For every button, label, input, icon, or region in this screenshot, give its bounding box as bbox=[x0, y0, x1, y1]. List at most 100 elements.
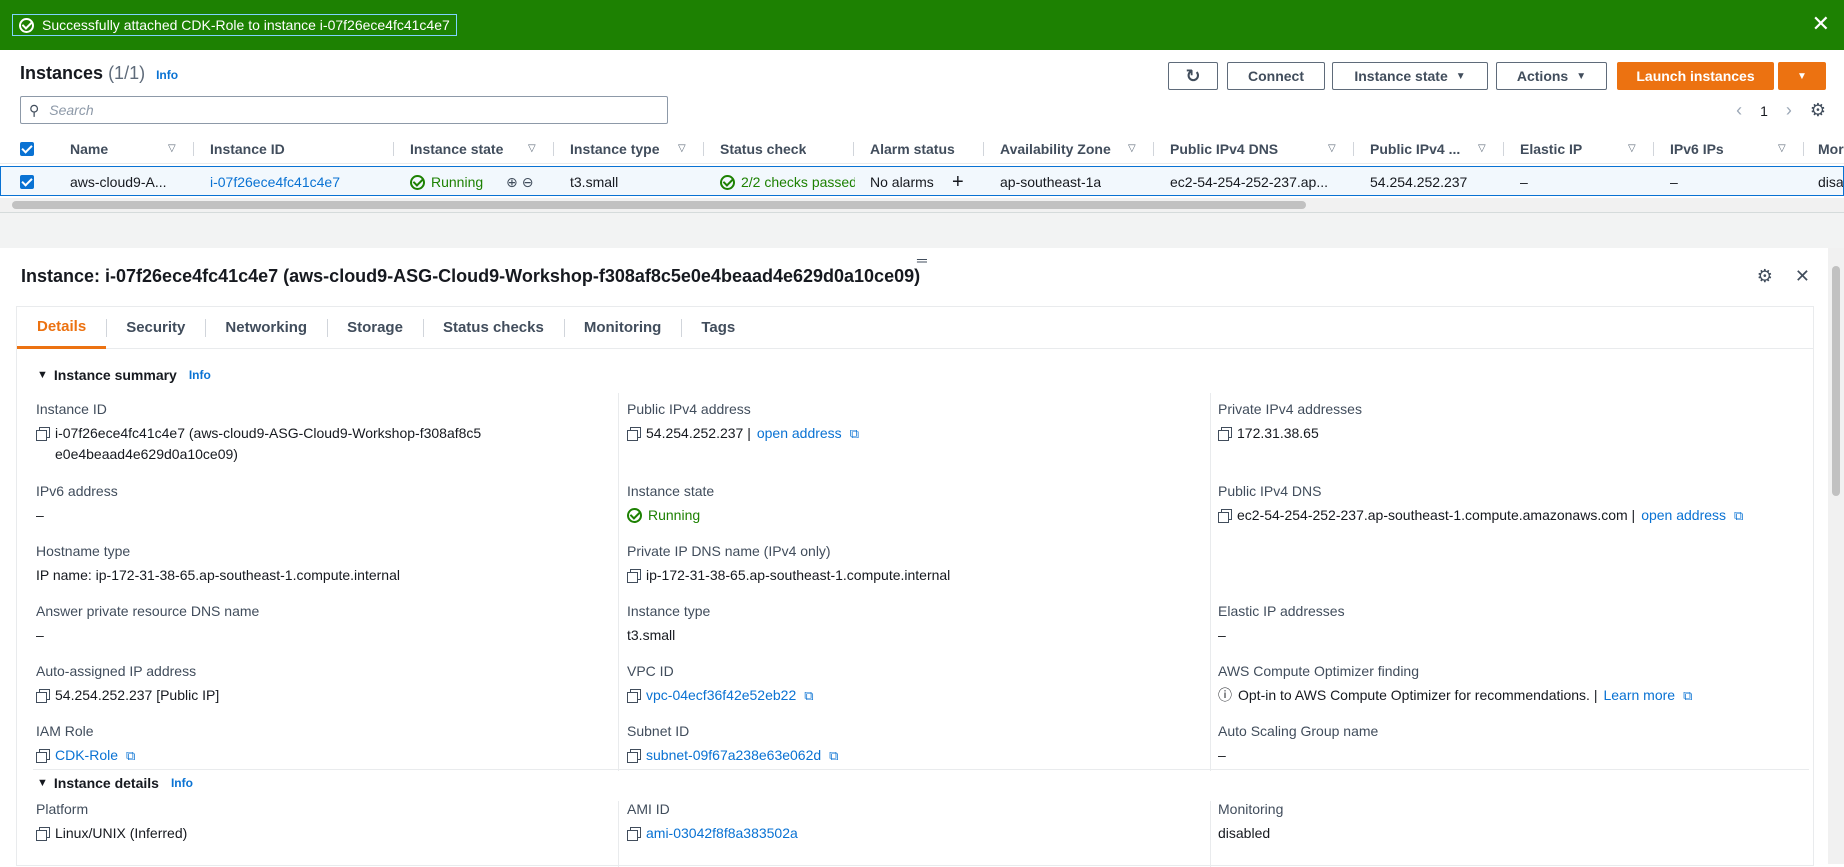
tab-security[interactable]: Security bbox=[106, 307, 205, 349]
sort-icon[interactable]: ▽ bbox=[1778, 143, 1786, 154]
tab-networking[interactable]: Networking bbox=[205, 307, 327, 349]
zoom-in-icon[interactable]: ⊕ bbox=[506, 174, 518, 191]
row-checkbox[interactable] bbox=[20, 167, 34, 197]
page-number[interactable]: 1 bbox=[1760, 103, 1768, 119]
sort-icon[interactable]: ▽ bbox=[528, 143, 536, 154]
open-address-link[interactable]: open address bbox=[1641, 505, 1726, 526]
field-label: AMI ID bbox=[627, 801, 670, 817]
sort-icon[interactable]: ▽ bbox=[678, 143, 686, 154]
add-alarm-icon[interactable]: + bbox=[952, 167, 964, 197]
collapse-caret-icon: ▼ bbox=[37, 777, 48, 789]
row-status-check: 2/2 checks passed bbox=[720, 167, 855, 197]
copy-icon[interactable] bbox=[36, 749, 50, 763]
horizontal-scrollbar[interactable] bbox=[0, 198, 1844, 212]
copy-icon[interactable] bbox=[627, 427, 641, 441]
copy-icon[interactable] bbox=[1218, 509, 1232, 523]
copy-icon[interactable] bbox=[36, 827, 50, 841]
field-elastic-ip: Elastic IP addresses – bbox=[1218, 603, 1345, 646]
select-all-checkbox[interactable] bbox=[20, 134, 34, 164]
table-row[interactable]: aws-cloud9-A... i-07f26ece4fc41c4e7 Runn… bbox=[0, 166, 1844, 196]
section-title: Instance details bbox=[53, 775, 159, 791]
external-link-icon[interactable]: ⧉ bbox=[829, 745, 838, 766]
column-header-instance-state[interactable]: Instance state bbox=[410, 134, 503, 164]
iam-role-link[interactable]: CDK-Role bbox=[55, 745, 118, 766]
settings-gear-icon[interactable]: ⚙ bbox=[1757, 266, 1773, 287]
scrollbar-thumb[interactable] bbox=[12, 201, 1306, 209]
instance-summary-header[interactable]: ▼ Instance summary Info bbox=[37, 367, 211, 383]
launch-instances-button[interactable]: Launch instances bbox=[1617, 62, 1774, 90]
external-link-icon[interactable]: ⧉ bbox=[850, 423, 859, 444]
info-link[interactable]: Info bbox=[156, 68, 178, 82]
info-circle-icon: ⓘ bbox=[1218, 687, 1232, 703]
subnet-id-link[interactable]: subnet-09f67a238e63e062d bbox=[646, 745, 821, 766]
settings-gear-icon[interactable]: ⚙ bbox=[1810, 100, 1826, 121]
instance-id-value: i-07f26ece4fc41c4e7 (aws-cloud9-ASG-Clou… bbox=[55, 425, 482, 462]
column-header-name[interactable]: Name bbox=[70, 134, 108, 164]
refresh-button[interactable]: ↻ bbox=[1168, 62, 1218, 90]
connect-button[interactable]: Connect bbox=[1227, 62, 1325, 90]
copy-icon[interactable] bbox=[627, 749, 641, 763]
tab-bar: Details Security Networking Storage Stat… bbox=[17, 307, 1813, 349]
tab-tags[interactable]: Tags bbox=[681, 307, 755, 349]
search-input[interactable]: ⚲ Search bbox=[20, 96, 668, 124]
instance-state-dropdown[interactable]: Instance state ▼ bbox=[1332, 62, 1488, 90]
row-instance-id-link[interactable]: i-07f26ece4fc41c4e7 bbox=[210, 167, 340, 197]
ami-id-link[interactable]: ami-03042f8f8a383502a bbox=[646, 823, 798, 844]
field-label: Subnet ID bbox=[627, 723, 690, 739]
tab-status-checks[interactable]: Status checks bbox=[422, 307, 564, 349]
info-link[interactable]: Info bbox=[171, 776, 193, 790]
learn-more-link[interactable]: Learn more bbox=[1603, 685, 1675, 706]
field-label: Elastic IP addresses bbox=[1218, 603, 1345, 619]
column-header-public-ipv4[interactable]: Public IPv4 ... bbox=[1370, 134, 1460, 164]
tab-details[interactable]: Details bbox=[17, 307, 107, 349]
copy-icon[interactable] bbox=[36, 427, 50, 441]
close-icon[interactable]: ✕ bbox=[1795, 266, 1810, 287]
external-link-icon[interactable]: ⧉ bbox=[126, 745, 135, 766]
column-divider bbox=[193, 142, 194, 156]
column-header-availability-zone[interactable]: Availability Zone bbox=[1000, 134, 1111, 164]
column-header-ipv6[interactable]: IPv6 IPs bbox=[1670, 134, 1724, 164]
column-header-public-dns[interactable]: Public IPv4 DNS bbox=[1170, 134, 1278, 164]
external-link-icon[interactable]: ⧉ bbox=[1734, 505, 1743, 526]
sort-icon[interactable]: ▽ bbox=[1128, 143, 1136, 154]
column-header-alarm-status[interactable]: Alarm status bbox=[870, 134, 955, 164]
field-value: ⓘ Opt-in to AWS Compute Optimizer for re… bbox=[1218, 685, 1692, 706]
column-header-status-check[interactable]: Status check bbox=[720, 134, 806, 164]
vertical-scrollbar[interactable] bbox=[1828, 248, 1844, 864]
sort-icon[interactable]: ▽ bbox=[1478, 143, 1486, 154]
sort-icon[interactable]: ▽ bbox=[168, 143, 176, 154]
scrollbar-thumb[interactable] bbox=[1832, 266, 1840, 496]
vpc-id-link[interactable]: vpc-04ecf36f42e52eb22 bbox=[646, 685, 796, 706]
column-header-more[interactable]: Mor bbox=[1818, 134, 1844, 164]
tab-storage[interactable]: Storage bbox=[327, 307, 423, 349]
actions-dropdown[interactable]: Actions ▼ bbox=[1496, 62, 1607, 90]
copy-icon[interactable] bbox=[36, 689, 50, 703]
open-address-link[interactable]: open address bbox=[757, 423, 842, 444]
external-link-icon[interactable]: ⧉ bbox=[804, 685, 813, 706]
column-header-instance-id[interactable]: Instance ID bbox=[210, 134, 285, 164]
sort-icon[interactable]: ▽ bbox=[1628, 143, 1636, 154]
external-link-icon[interactable]: ⧉ bbox=[1683, 685, 1692, 706]
launch-dropdown-button[interactable]: ▼ bbox=[1778, 62, 1826, 90]
field-value: CDK-Role ⧉ bbox=[36, 745, 135, 766]
copy-icon[interactable] bbox=[627, 569, 641, 583]
copy-icon[interactable] bbox=[627, 827, 641, 841]
split-divider[interactable] bbox=[0, 212, 1844, 248]
copy-icon[interactable] bbox=[627, 689, 641, 703]
zoom-out-icon[interactable]: ⊖ bbox=[522, 174, 534, 191]
instance-details-header[interactable]: ▼ Instance details Info bbox=[37, 775, 193, 791]
sort-icon[interactable]: ▽ bbox=[1328, 143, 1336, 154]
column-header-elastic-ip[interactable]: Elastic IP bbox=[1520, 134, 1582, 164]
field-label: Private IP DNS name (IPv4 only) bbox=[627, 543, 831, 559]
close-icon[interactable]: ✕ bbox=[1812, 13, 1830, 35]
field-label: Auto-assigned IP address bbox=[36, 663, 197, 679]
copy-icon[interactable] bbox=[1218, 427, 1232, 441]
refresh-icon: ↻ bbox=[1185, 65, 1201, 86]
column-header-instance-type[interactable]: Instance type bbox=[570, 134, 659, 164]
next-page-icon[interactable]: › bbox=[1786, 100, 1792, 121]
column-divider bbox=[1503, 142, 1504, 156]
prev-page-icon[interactable]: ‹ bbox=[1736, 100, 1742, 121]
tab-monitoring[interactable]: Monitoring bbox=[563, 307, 681, 349]
info-link[interactable]: Info bbox=[189, 368, 211, 382]
field-value: 172.31.38.65 bbox=[1218, 423, 1362, 444]
